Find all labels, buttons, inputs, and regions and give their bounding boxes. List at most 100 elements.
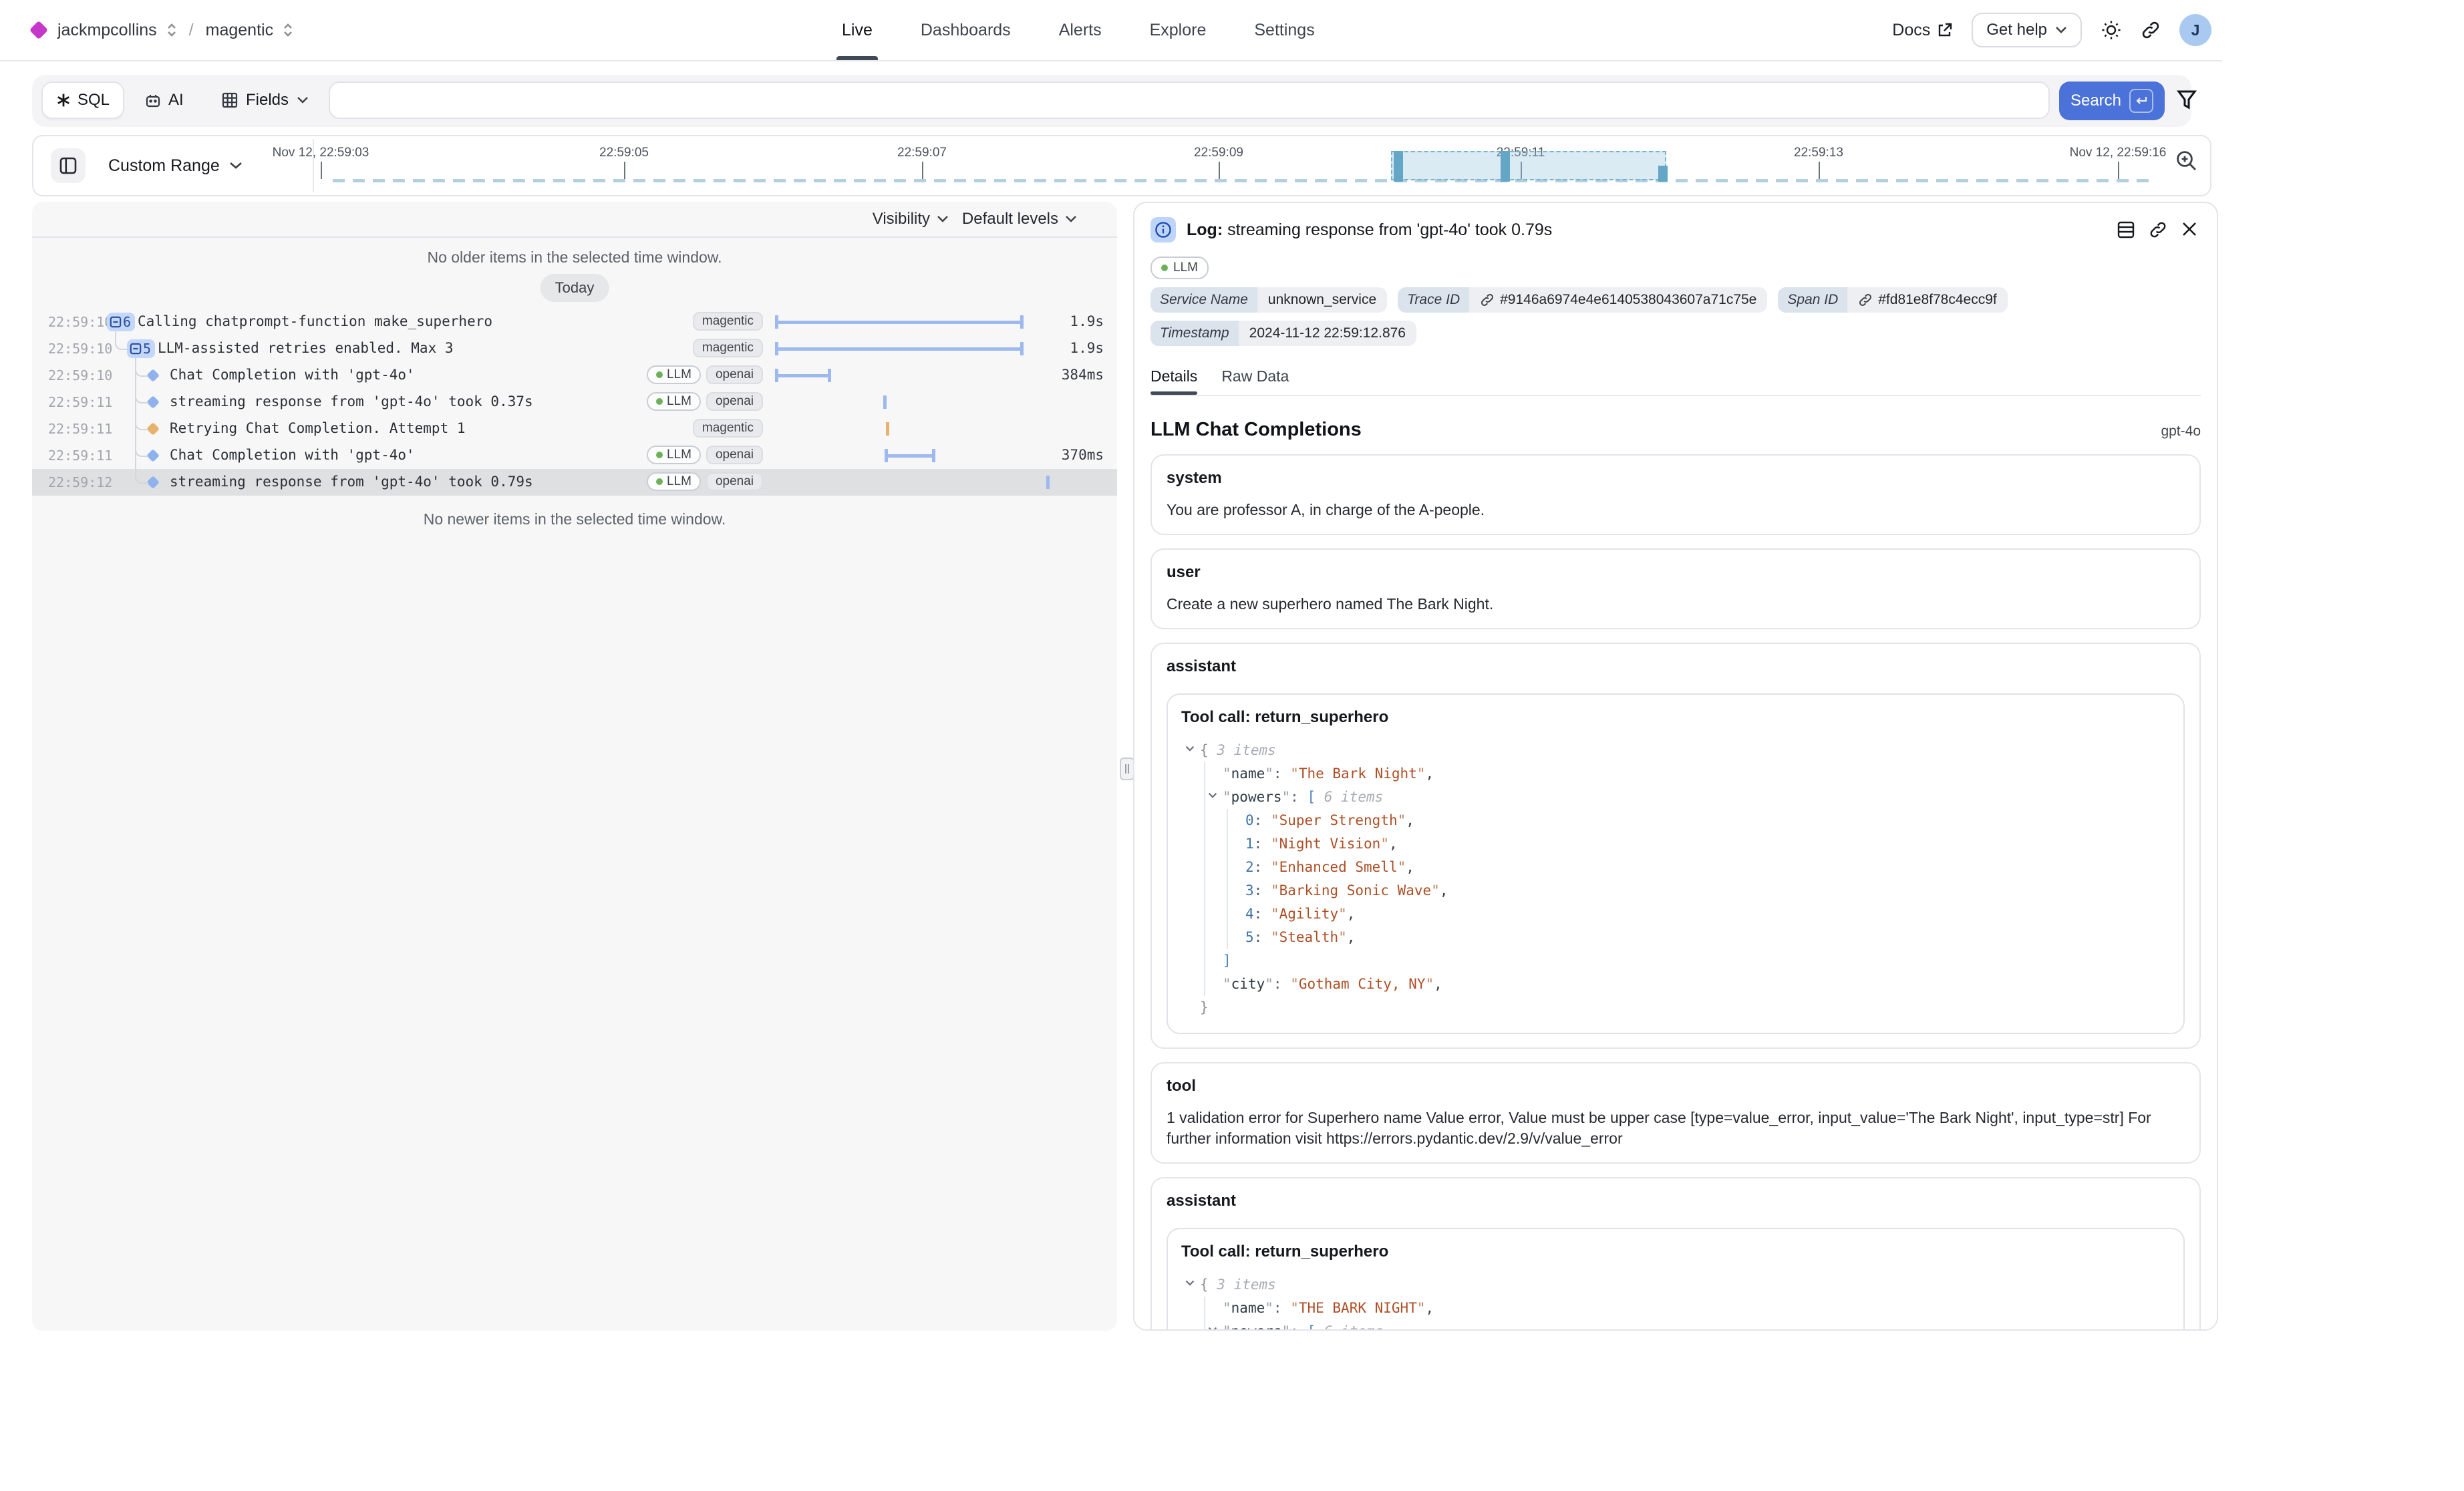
magentic-tag: magentic [693, 312, 763, 331]
log-message: streaming response from 'gpt-4o' took 0.… [170, 393, 533, 409]
tab-dashboards[interactable]: Dashboards [921, 0, 1011, 60]
json-indent-guide [1204, 762, 1205, 786]
field-span-id: Span ID#fd81e8f78c4ecc9f [1778, 287, 2007, 313]
json-line: "name": "The Bark Night", [1181, 762, 2170, 786]
field-label: Span ID [1778, 287, 1847, 313]
project-switcher-icon[interactable] [283, 22, 293, 38]
field-label: Service Name [1150, 287, 1257, 313]
breadcrumb-separator: / [189, 21, 194, 40]
field-value: unknown_service [1257, 287, 1387, 313]
json-line: ] [1181, 949, 2170, 973]
ai-mode-button[interactable]: AI [134, 81, 194, 119]
log-row[interactable]: 22:59:11streaming response from 'gpt-4o'… [32, 389, 1117, 416]
timeline-selection[interactable] [1391, 151, 1666, 180]
tabs-divider [1150, 395, 2201, 396]
json-indent-guide [1204, 786, 1205, 809]
time-range-selector[interactable]: Custom Range [108, 136, 243, 195]
json-tree: { 3 items"name": "The Bark Night","power… [1181, 739, 2170, 1019]
log-row[interactable]: 22:59:11Retrying Chat Completion. Attemp… [32, 416, 1117, 442]
log-row[interactable]: 22:59:12streaming response from 'gpt-4o'… [32, 469, 1117, 496]
detail-tab-raw-data[interactable]: Raw Data [1221, 367, 1289, 395]
nav-right: Docs Get help J [1892, 0, 2211, 60]
asterisk-icon [56, 93, 71, 108]
log-row[interactable]: 22:59:106Calling chatprompt-function mak… [32, 309, 1117, 335]
collapse-sidebar-button[interactable] [51, 148, 86, 183]
breadcrumb-org[interactable]: jackmpcollins [57, 21, 157, 40]
tab-alerts[interactable]: Alerts [1059, 0, 1102, 60]
json-line: "city": "Gotham City, NY", [1181, 973, 2170, 996]
field-label: Timestamp [1150, 321, 1239, 346]
tab-settings[interactable]: Settings [1254, 0, 1314, 60]
duration-bar [775, 374, 831, 377]
duration-bar-cap [775, 342, 778, 355]
log-list-panel: Visibility Default levels No older items… [32, 202, 1117, 1331]
panel-resize-handle[interactable] [1120, 758, 1134, 780]
detail-header: Log: streaming response from 'gpt-4o' to… [1150, 208, 2201, 251]
log-tags: LLMopenai [647, 472, 763, 491]
log-row[interactable]: 22:59:11Chat Completion with 'gpt-4o'LLM… [32, 442, 1117, 469]
message-role: assistant [1167, 657, 2185, 676]
breadcrumb-project[interactable]: magentic [206, 21, 273, 40]
chevron-down-icon[interactable] [1185, 1280, 1195, 1287]
org-switcher-icon[interactable] [166, 22, 177, 38]
collapse-badge[interactable]: 6 [107, 313, 135, 331]
tab-live[interactable]: Live [842, 0, 873, 60]
theme-toggle-button[interactable] [2101, 19, 2122, 41]
log-row[interactable]: 22:59:105LLM-assisted retries enabled. M… [32, 335, 1117, 362]
json-indent-guide [1204, 973, 1205, 996]
table-view-icon[interactable] [2117, 220, 2135, 239]
json-line: { 3 items [1181, 1273, 2170, 1297]
collapse-badge[interactable]: 5 [127, 339, 155, 358]
no-older-items-message: No older items in the selected time wind… [32, 248, 1117, 267]
green-dot-icon [656, 371, 663, 378]
duration-bar [775, 321, 1024, 324]
chevron-down-icon[interactable] [1185, 746, 1195, 752]
tab-explore[interactable]: Explore [1150, 0, 1207, 60]
fields-button[interactable]: Fields [208, 81, 322, 119]
avatar[interactable]: J [2179, 14, 2211, 46]
tick-label: 22:59:05 [599, 146, 649, 160]
search-button[interactable]: Search [2059, 81, 2165, 120]
copy-link-icon[interactable] [2149, 220, 2167, 239]
tree-connector-line [135, 358, 148, 484]
green-dot-icon [656, 398, 663, 405]
detail-fields-row-1: Service Nameunknown_serviceTrace ID#9146… [1150, 287, 2201, 313]
log-tags: magentic [693, 419, 763, 438]
duration-bar-cap [1020, 342, 1024, 355]
get-help-button[interactable]: Get help [1972, 13, 2082, 47]
log-row[interactable]: 22:59:10Chat Completion with 'gpt-4o'LLM… [32, 362, 1117, 389]
chevron-down-icon [297, 96, 309, 104]
tick-mark [1219, 162, 1220, 179]
docs-link[interactable]: Docs [1892, 21, 1953, 40]
log-tags: magentic [693, 339, 763, 357]
magentic-tag: magentic [693, 339, 763, 357]
logo-icon [29, 21, 48, 39]
json-indent-guide [1227, 856, 1228, 879]
timeline-axis[interactable]: Nov 12, 22:59:0322:59:0522:59:0722:59:09… [314, 136, 2157, 195]
openai-tag: openai [706, 365, 763, 384]
sql-mode-button[interactable]: SQL [41, 81, 124, 119]
field-value: #fd81e8f78c4ecc9f [1847, 287, 2007, 313]
zoom-in-icon[interactable] [2175, 150, 2198, 172]
tick-mark [1819, 162, 1820, 179]
robot-icon [144, 92, 162, 109]
json-indent-guide [1204, 926, 1205, 949]
visibility-dropdown[interactable]: Visibility [873, 202, 949, 236]
search-input[interactable] [329, 81, 2050, 119]
chevron-down-icon[interactable] [1208, 1327, 1217, 1331]
log-message: LLM-assisted retries enabled. Max 3 [158, 340, 454, 356]
filter-icon[interactable] [2177, 90, 2197, 111]
close-icon[interactable] [2181, 220, 2198, 239]
chevron-down-icon[interactable] [1208, 792, 1217, 799]
log-message: Retrying Chat Completion. Attempt 1 [170, 420, 466, 436]
share-link-button[interactable] [2141, 20, 2161, 40]
message-role: user [1167, 563, 2185, 582]
levels-dropdown[interactable]: Default levels [962, 202, 1077, 236]
llm-tag: LLM [647, 446, 701, 464]
detail-tab-details[interactable]: Details [1150, 367, 1197, 395]
tool-call-card: Tool call: return_superhero{ 3 items"nam… [1167, 1228, 2185, 1331]
message-card-user: userCreate a new superhero named The Bar… [1150, 548, 2201, 629]
chevron-down-icon [1065, 215, 1077, 223]
openai-tag: openai [706, 472, 763, 491]
json-line: "name": "THE BARK NIGHT", [1181, 1297, 2170, 1320]
